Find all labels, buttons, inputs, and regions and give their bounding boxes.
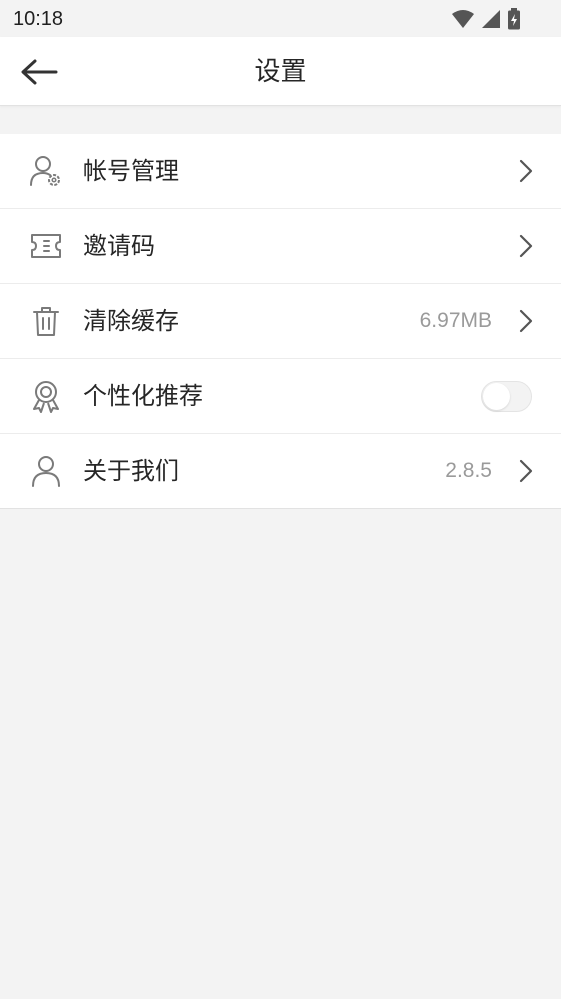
chevron-right-icon [519, 234, 533, 258]
personalized-recommendation-toggle[interactable] [481, 381, 532, 412]
chevron-right-icon [519, 459, 533, 483]
settings-list: 帐号管理 邀请码 清除缓存 6.97MB 个性化推荐 关于我们 2.8.5 [0, 134, 561, 509]
status-time: 10:18 [13, 8, 64, 30]
settings-item-label: 帐号管理 [83, 157, 179, 185]
settings-item-personalized-recommendation: 个性化推荐 [0, 359, 561, 434]
status-bar: 10:18 [0, 0, 561, 37]
settings-item-account[interactable]: 帐号管理 [0, 134, 561, 209]
user-icon [32, 456, 60, 487]
app-bar: 设置 [0, 37, 561, 106]
status-icons [451, 8, 521, 30]
settings-item-about-us[interactable]: 关于我们 2.8.5 [0, 434, 561, 509]
app-version-value: 2.8.5 [445, 459, 492, 482]
ticket-icon [31, 234, 61, 258]
settings-item-label: 邀请码 [83, 232, 155, 260]
user-gear-icon [30, 156, 60, 186]
chevron-right-icon [519, 159, 533, 183]
wifi-icon [452, 10, 474, 28]
settings-item-label: 个性化推荐 [83, 382, 203, 410]
award-ribbon-icon [33, 381, 59, 413]
cellular-signal-icon [482, 10, 500, 28]
page-title: 设置 [254, 57, 307, 87]
toggle-knob [483, 383, 510, 410]
battery-charging-icon [508, 8, 520, 30]
trash-icon [33, 307, 59, 336]
cache-size-value: 6.97MB [419, 309, 492, 332]
settings-item-invite-code[interactable]: 邀请码 [0, 209, 561, 284]
chevron-right-icon [519, 309, 533, 333]
settings-item-label: 关于我们 [83, 457, 179, 485]
settings-item-label: 清除缓存 [83, 307, 179, 335]
settings-item-clear-cache[interactable]: 清除缓存 6.97MB [0, 284, 561, 359]
